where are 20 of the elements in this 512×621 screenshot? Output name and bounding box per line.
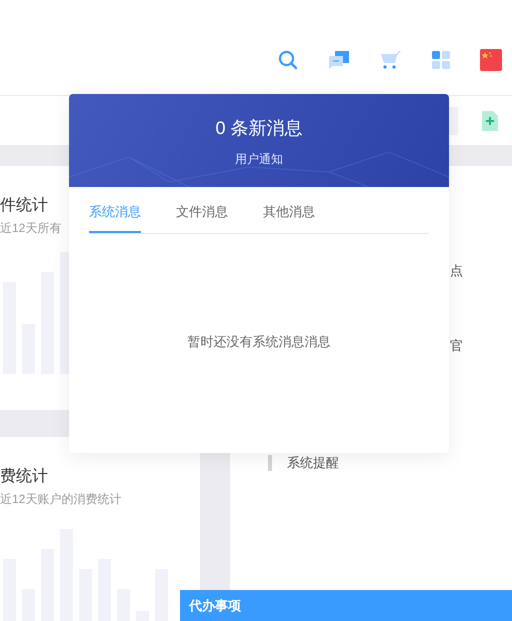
add-file-icon[interactable] (482, 110, 498, 130)
tab[interactable]: 文件消息 (176, 202, 228, 232)
tab[interactable]: 其他消息 (263, 202, 315, 232)
card-title: 费统计 (0, 467, 48, 487)
popup-subtitle: 用户通知 (235, 151, 283, 168)
card-subtitle: 近12天所有 (0, 220, 62, 236)
popup-title: 0 条新消息 (215, 117, 302, 140)
search-icon[interactable] (278, 50, 298, 70)
grid-icon[interactable] (432, 50, 450, 68)
cart-icon[interactable] (380, 50, 402, 70)
reminder-text: 系统提醒 (287, 454, 339, 472)
item-text: 点 (450, 262, 464, 280)
item-text: 官 (450, 337, 464, 355)
chat-icon[interactable] (328, 50, 350, 70)
empty-message: 暂时还没有系统消息消息 (188, 332, 330, 350)
card-subtitle: 近12天账户的消费统计 (0, 491, 122, 507)
reminder-bar (268, 454, 272, 471)
todo-title: 代办事项 (189, 596, 241, 615)
flag-icon[interactable] (480, 48, 502, 70)
card-title: 件统计 (0, 196, 48, 216)
